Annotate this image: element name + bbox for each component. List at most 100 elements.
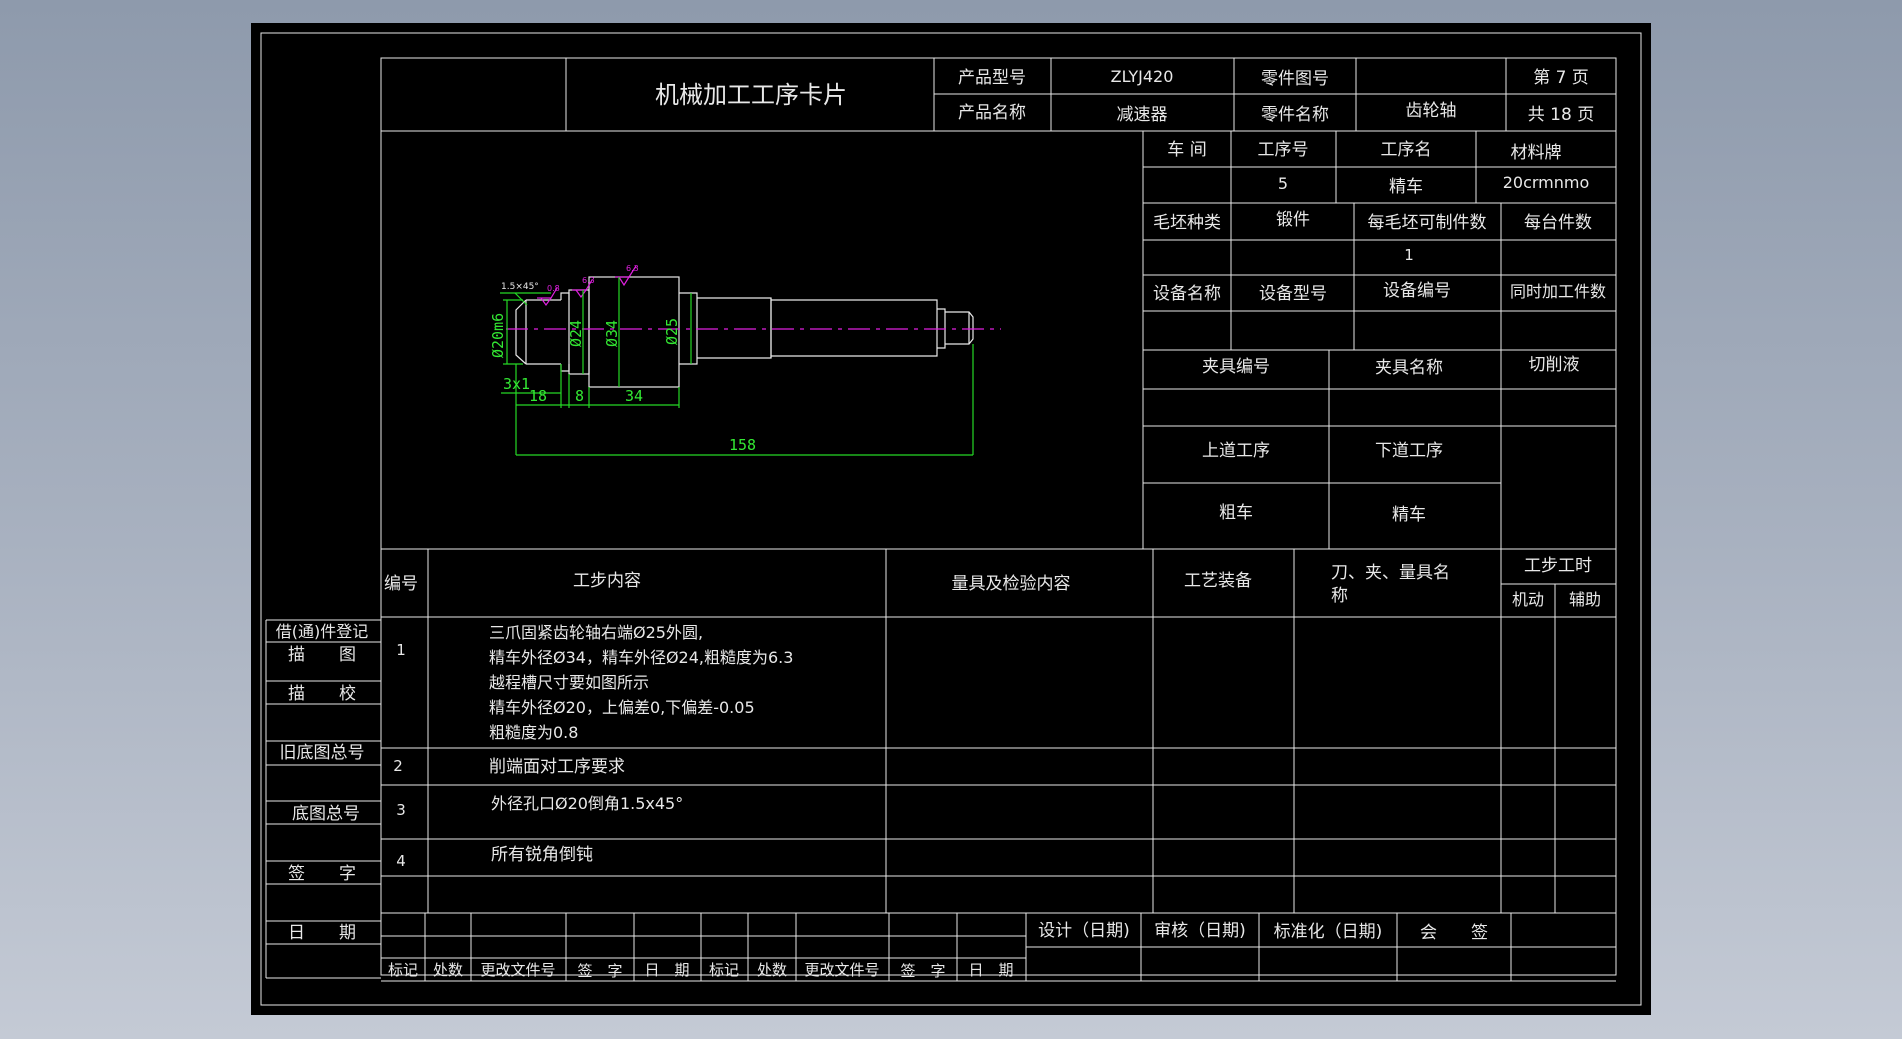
- footer-countersign: 会 签: [1420, 923, 1488, 943]
- footer-date-1: 日 期: [644, 961, 689, 979]
- step-4-line-1: 所有锐角倒钝: [491, 845, 593, 865]
- step-4-no: 4: [396, 852, 406, 870]
- col-inspect: 量具及检验内容: [952, 574, 1071, 594]
- step-1-line-1: 三爪固紧齿轮轴右端Ø25外圆,: [489, 623, 703, 642]
- step-1-line-3: 越程槽尺寸要如图所示: [489, 673, 649, 692]
- footer-change-doc-1: 更改文件号: [480, 961, 555, 979]
- step-1-no: 1: [396, 641, 406, 659]
- footer-signature-1: 签 字: [577, 962, 622, 980]
- workshop-label: 车 间: [1167, 140, 1206, 160]
- side-sign: 签 字: [288, 864, 356, 884]
- step-1-line-5: 粗糙度为0.8: [489, 723, 578, 742]
- step-2-line-1: 削端面对工序要求: [489, 757, 625, 777]
- product-name: 减速器: [1117, 105, 1168, 125]
- footer-date-2: 日 期: [968, 961, 1013, 979]
- part-drawing-no-label: 零件图号: [1261, 69, 1329, 89]
- footer-place-1: 处数: [433, 961, 463, 979]
- info-panel: 车 间 工序号 工序名 材料牌 5 精车 20crmnmo 毛坯种类 锻件 每毛…: [1142, 131, 1616, 549]
- dim-groove: 3x1: [503, 375, 530, 393]
- pieces-per-blank-value: 1: [1404, 246, 1414, 264]
- product-name-label: 产品名称: [958, 103, 1026, 123]
- footer-mark-2: 标记: [709, 961, 739, 979]
- dim-l34: 34: [625, 387, 643, 405]
- dim-d24: Ø24: [567, 320, 585, 347]
- footer-block: 标记 处数 更改文件号 签 字 日 期 标记 处数 更改文件号 签 字 日 期 …: [381, 912, 1616, 982]
- fixture-no-label: 夹具编号: [1202, 357, 1270, 377]
- pieces-per-blank-label: 每毛坯可制件数: [1368, 213, 1487, 233]
- op-no-value: 5: [1278, 174, 1288, 193]
- col-aux: 辅助: [1569, 590, 1601, 609]
- side-check: 描 校: [288, 684, 356, 704]
- col-tools-1: 刀、夹、量具名: [1331, 563, 1450, 583]
- dim-d34: Ø34: [603, 320, 621, 347]
- chamfer-note: 1.5×45°: [501, 282, 539, 292]
- side-borrow: 借(通)件登记: [276, 622, 369, 641]
- simul-label: 同时加工件数: [1510, 282, 1606, 301]
- step-1-line-2: 精车外径Ø34，精车外径Ø24,粗糙度为6.3: [489, 648, 793, 667]
- title-block: 机械加工工序卡片 产品型号 ZLYJ420 零件图号 第 7 页 产品名称 减速…: [381, 58, 1616, 132]
- footer-change-doc-2: 更改文件号: [804, 961, 879, 979]
- pieces-per-unit-label: 每台件数: [1524, 213, 1592, 233]
- roughness-symbols: 0.8 6.3 6.3: [537, 264, 639, 307]
- total-pages: 共 18 页: [1528, 105, 1594, 125]
- footer-standard: 标准化（日期): [1274, 922, 1383, 942]
- col-time: 工步工时: [1524, 556, 1592, 576]
- product-model: ZLYJ420: [1111, 67, 1174, 86]
- part-name: 齿轮轴: [1406, 101, 1457, 121]
- part-name-label: 零件名称: [1261, 105, 1329, 125]
- material-value: 20crmnmo: [1503, 173, 1590, 192]
- next-op-label: 下道工序: [1375, 441, 1443, 461]
- footer-design: 设计（日期): [1038, 921, 1130, 941]
- prev-op-label: 上道工序: [1202, 441, 1270, 461]
- dim-l8: 8: [575, 387, 584, 405]
- blank-type-value: 锻件: [1276, 210, 1310, 230]
- dim-d20: Ø20m6: [489, 313, 507, 358]
- side-old-no: 旧底图总号: [280, 743, 365, 763]
- process-card: 机械加工工序卡片 产品型号 ZLYJ420 零件图号 第 7 页 产品名称 减速…: [260, 32, 1642, 1006]
- card-title: 机械加工工序卡片: [655, 81, 847, 109]
- coolant-label: 切削液: [1529, 355, 1580, 375]
- dim-l18: 18: [529, 387, 547, 405]
- footer-review: 审核（日期): [1154, 921, 1246, 941]
- equip-model-label: 设备型号: [1259, 284, 1327, 304]
- fixture-name-label: 夹具名称: [1375, 358, 1443, 378]
- product-model-label: 产品型号: [958, 68, 1026, 88]
- op-name-value: 精车: [1389, 177, 1423, 197]
- side-base-no: 底图总号: [292, 804, 360, 824]
- op-name-label: 工序名: [1381, 140, 1432, 160]
- length-dimensions: 3x1 18 8 34 158: [501, 344, 974, 456]
- equip-name-label: 设备名称: [1153, 284, 1221, 304]
- inner-frame: [380, 57, 1617, 976]
- roughness-6.3-a: 6.3: [582, 276, 595, 285]
- shaft-drawing: 0.8 6.3 6.3 1.5×45° Ø20m6 Ø24 Ø34 Ø25 3x…: [489, 264, 1001, 456]
- roughness-6.3-b: 6.3: [626, 264, 639, 273]
- dim-d25: Ø25: [663, 318, 681, 345]
- dim-l158: 158: [729, 436, 756, 454]
- col-no: 编号: [384, 574, 418, 594]
- page-number: 第 7 页: [1533, 68, 1589, 88]
- col-tools-2: 称: [1331, 586, 1348, 606]
- step-2-no: 2: [393, 757, 403, 775]
- blank-type-label: 毛坯种类: [1153, 213, 1221, 233]
- prev-op-value: 粗车: [1219, 503, 1253, 523]
- footer-signature-2: 签 字: [900, 962, 945, 980]
- steps-table: 编号 工步内容 量具及检验内容 工艺装备 刀、夹、量具名 称 工步工时 机动 辅…: [381, 548, 1616, 913]
- col-equip: 工艺装备: [1184, 571, 1252, 591]
- equip-no-label: 设备编号: [1383, 281, 1451, 301]
- outer-frame: [260, 32, 1642, 1006]
- step-3-line-1: 外径孔口Ø20倒角1.5x45°: [491, 794, 683, 813]
- drawing-sheet: 机械加工工序卡片 产品型号 ZLYJ420 零件图号 第 7 页 产品名称 减速…: [251, 23, 1651, 1015]
- side-register: 借(通)件登记 描 图 描 校 旧底图总号 底图总号 签 字 日 期: [265, 619, 381, 979]
- footer-place-2: 处数: [757, 961, 787, 979]
- step-1-line-4: 精车外径Ø20，上偏差0,下偏差-0.05: [489, 698, 755, 717]
- col-machine: 机动: [1512, 590, 1544, 609]
- step-3-no: 3: [396, 801, 406, 819]
- col-content: 工步内容: [573, 571, 641, 591]
- footer-mark-1: 标记: [388, 961, 418, 979]
- side-trace: 描 图: [288, 645, 356, 665]
- next-op-value: 精车: [1392, 505, 1426, 525]
- roughness-0.8: 0.8: [547, 284, 560, 293]
- op-no-label: 工序号: [1258, 140, 1309, 160]
- material-label: 材料牌: [1511, 143, 1562, 163]
- side-date: 日 期: [288, 923, 356, 943]
